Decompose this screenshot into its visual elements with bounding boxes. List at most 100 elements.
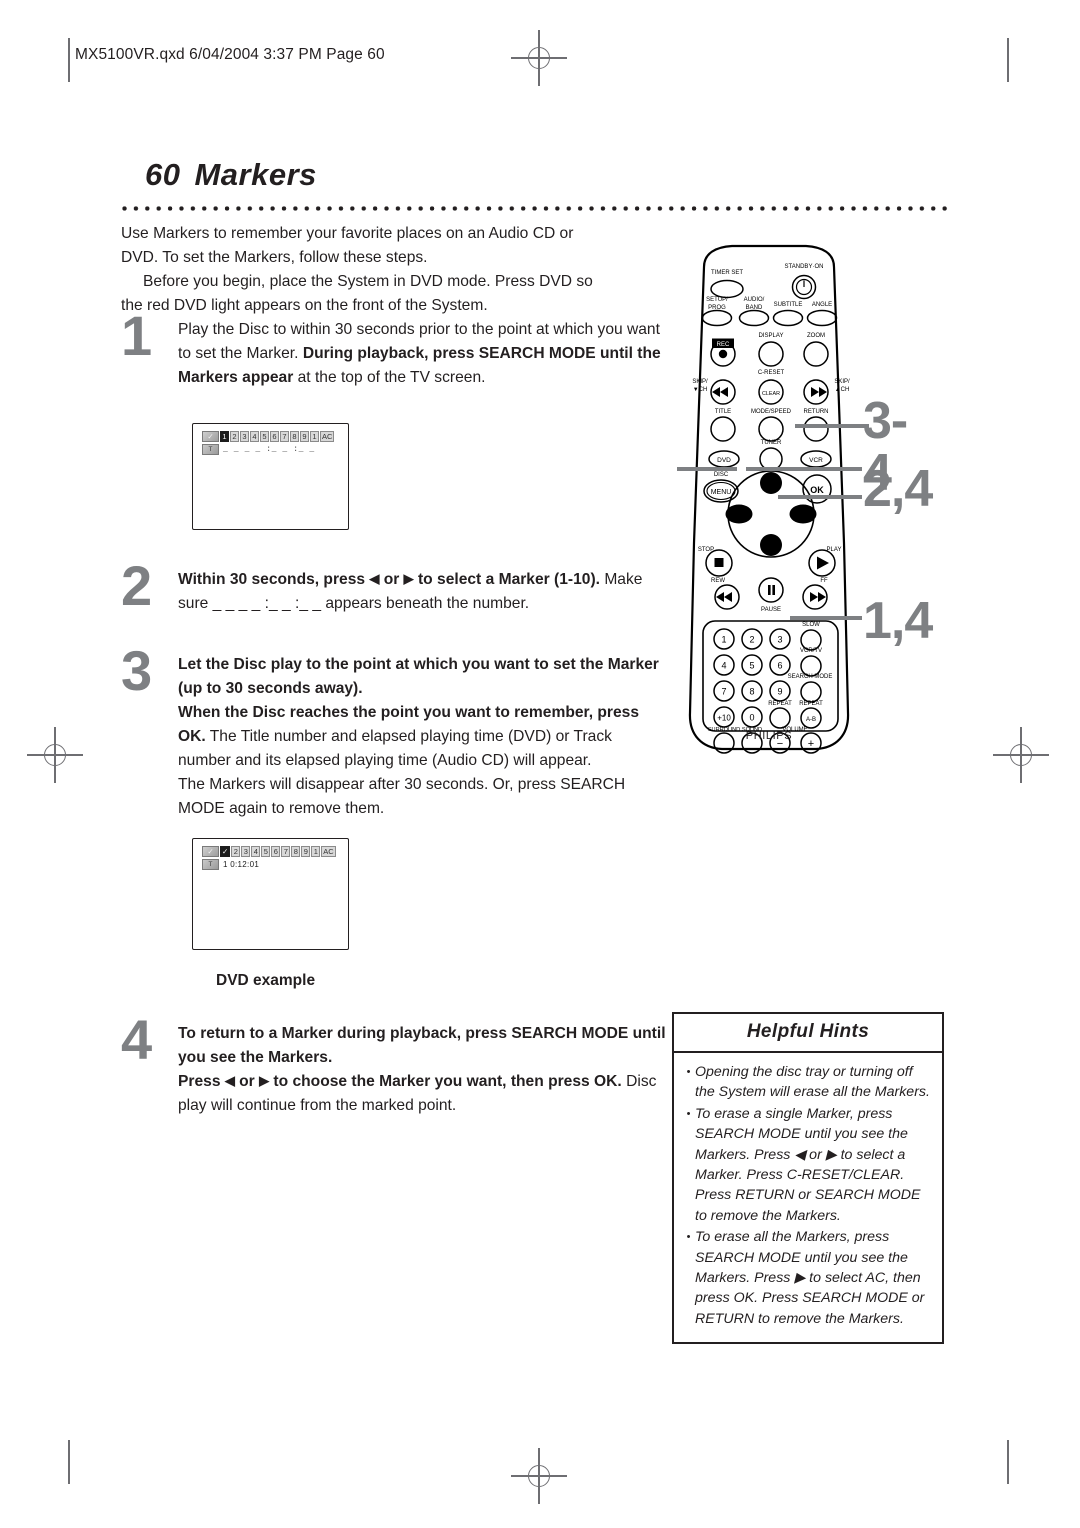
svg-text:VCR/TV: VCR/TV: [800, 648, 822, 654]
step-3-paragraph-2: When the Disc reaches the point you want…: [178, 701, 666, 773]
svg-text:TIMER SET: TIMER SET: [711, 270, 743, 276]
osd-2-time-value: 1 0:12:01: [223, 860, 260, 869]
osd-2-chip-10: 1: [311, 846, 321, 857]
svg-text:TUNER: TUNER: [761, 440, 782, 446]
step-2-text-a: Within 30 seconds, press: [178, 571, 370, 588]
osd-1-chip-4: 4: [250, 431, 259, 442]
hint-text: To erase a single Marker, press SEARCH M…: [695, 1105, 921, 1224]
svg-text:ZOOM: ZOOM: [807, 333, 825, 339]
step-4-text-c: to choose the Marker you want, then pres…: [269, 1073, 622, 1090]
hint-item: • To erase a single Marker, press SEARCH…: [682, 1104, 932, 1226]
svg-text:SLOW: SLOW: [802, 622, 820, 628]
svg-text:C-RESET: C-RESET: [758, 370, 785, 376]
svg-text:REC: REC: [717, 342, 730, 348]
step-3-number: 3: [121, 639, 153, 702]
step-1-paragraph: Play the Disc to within 30 seconds prior…: [178, 318, 666, 390]
remote-brand-label: PHILIPS: [745, 730, 793, 742]
step-4-text-a: Press: [178, 1073, 225, 1090]
hint-item: • To erase all the Markers, press SEARCH…: [682, 1227, 932, 1329]
osd-2-chip-2: 2: [231, 846, 241, 857]
intro-line-2: DVD. To set the Markers, follow these st…: [121, 249, 428, 266]
osd-1-chip-ac: AC: [320, 431, 335, 442]
step-2-body: Within 30 seconds, press ◀ or ▶ to selec…: [178, 568, 666, 616]
step-4-number: 4: [121, 1008, 153, 1071]
step-1: 1 Play the Disc to within 30 seconds pri…: [121, 308, 666, 390]
step-2-number: 2: [121, 554, 153, 617]
step-2-text-c: to select a Marker (1-10).: [413, 571, 600, 588]
step-4-paragraph-1: To return to a Marker during playback, p…: [178, 1025, 666, 1066]
bullet-icon: •: [686, 1107, 691, 1120]
svg-text:9: 9: [777, 687, 782, 697]
svg-text:MODE/SPEED: MODE/SPEED: [751, 409, 792, 415]
osd-2-chip-9: 9: [301, 846, 311, 857]
osd-1-chip-1: 1: [220, 431, 229, 442]
callout-leader-line-1-4: [790, 616, 862, 620]
page-title: 60 Markers: [145, 157, 317, 193]
osd-1-chip-9: 9: [300, 431, 309, 442]
callout-leader-line-3-4: [795, 424, 869, 428]
svg-text:VCR: VCR: [809, 457, 823, 464]
svg-text:3: 3: [777, 635, 782, 645]
svg-text:1: 1: [721, 635, 726, 645]
svg-text:OK: OK: [810, 485, 824, 495]
arrow-right-icon: ▶: [259, 1073, 270, 1088]
step-4-paragraph-2: Press ◀ or ▶ to choose the Marker you wa…: [178, 1070, 666, 1118]
svg-text:7: 7: [721, 687, 726, 697]
intro-line-1: Use Markers to remember your favorite pl…: [121, 225, 574, 242]
svg-text:A-B: A-B: [806, 717, 816, 723]
remote-control-svg: TIMER SET STANDBY·ON SETUP/ PROG AUDIO/ …: [688, 244, 850, 754]
helpful-hints-box: Helpful Hints • Opening the disc tray or…: [672, 1012, 944, 1345]
dvd-example-caption: DVD example: [216, 972, 316, 989]
osd-1-chip-10: 1: [310, 431, 319, 442]
bullet-icon: •: [686, 1231, 691, 1244]
svg-text:+10: +10: [717, 714, 731, 723]
svg-text:BAND: BAND: [746, 305, 763, 311]
osd-2-chip-ac: AC: [321, 846, 336, 857]
svg-text:STANDBY·ON: STANDBY·ON: [785, 264, 824, 270]
svg-text:STOP: STOP: [698, 547, 714, 553]
callout-leader-line-2-4-a: [746, 467, 862, 471]
step-2: 2 Within 30 seconds, press ◀ or ▶ to sel…: [121, 558, 666, 616]
svg-text:PROG: PROG: [708, 305, 726, 311]
osd-1-time-row: T _ _ _ _ :_ _ :_ _: [202, 444, 334, 455]
svg-text:PAUSE: PAUSE: [761, 607, 781, 613]
callout-leader-line-2-4-c: [778, 495, 862, 499]
page-title-text: Markers: [194, 157, 317, 192]
svg-text:DISC: DISC: [714, 472, 729, 478]
svg-text:6: 6: [777, 661, 782, 671]
remote-control-illustration: TIMER SET STANDBY·ON SETUP/ PROG AUDIO/ …: [676, 243, 862, 773]
osd-1-content: ✓ 1 2 3 4 5 6 7 8 9 1 AC T _ _ _ _ :_ _ …: [202, 431, 335, 455]
helpful-hints-title: Helpful Hints: [674, 1014, 942, 1053]
svg-text:DISPLAY: DISPLAY: [759, 333, 784, 339]
step-3-body: Let the Disc play to the point at which …: [178, 653, 666, 821]
osd-2-chip-7: 7: [281, 846, 291, 857]
title-dotted-rule: [121, 205, 951, 212]
svg-text:REPEAT: REPEAT: [768, 701, 792, 707]
svg-text:2: 2: [749, 635, 754, 645]
svg-text:▲CH: ▲CH: [835, 387, 850, 393]
hint-item: • Opening the disc tray or turning off t…: [682, 1062, 932, 1103]
osd-2-content: ✓ ✓ 2 3 4 5 6 7 8 9 1 AC T 1 0:12:01: [202, 846, 336, 870]
osd-illustration-2: ✓ ✓ 2 3 4 5 6 7 8 9 1 AC T 1 0:12:01: [192, 838, 349, 950]
title-track-icon: T: [202, 444, 219, 455]
step-1-text-b: at the top of the TV screen.: [293, 369, 486, 386]
bullet-icon: •: [686, 1066, 691, 1078]
osd-2-chip-1: ✓: [220, 846, 231, 857]
svg-text:SETUP/: SETUP/: [706, 297, 728, 303]
svg-text:8: 8: [749, 687, 754, 697]
svg-text:SEARCH MODE: SEARCH MODE: [788, 674, 833, 680]
svg-text:REW: REW: [711, 578, 725, 584]
osd-2-chip-3: 3: [241, 846, 251, 857]
osd-1-chip-7: 7: [280, 431, 289, 442]
svg-text:4: 4: [721, 661, 726, 671]
osd-1-chip-3: 3: [240, 431, 249, 442]
step-4-body: To return to a Marker during playback, p…: [178, 1022, 666, 1118]
svg-text:DVD: DVD: [717, 457, 731, 464]
helpful-hints-body: • Opening the disc tray or turning off t…: [674, 1053, 942, 1342]
step-3: 3 Let the Disc play to the point at whic…: [121, 643, 666, 821]
osd-2-time-row: T 1 0:12:01: [202, 859, 336, 870]
osd-1-chip-5: 5: [260, 431, 269, 442]
hint-text: Opening the disc tray or turning off the…: [695, 1064, 930, 1101]
page-content: 60 Markers Use Markers to remember your f…: [0, 0, 1080, 1528]
svg-text:PLAY: PLAY: [827, 547, 842, 553]
